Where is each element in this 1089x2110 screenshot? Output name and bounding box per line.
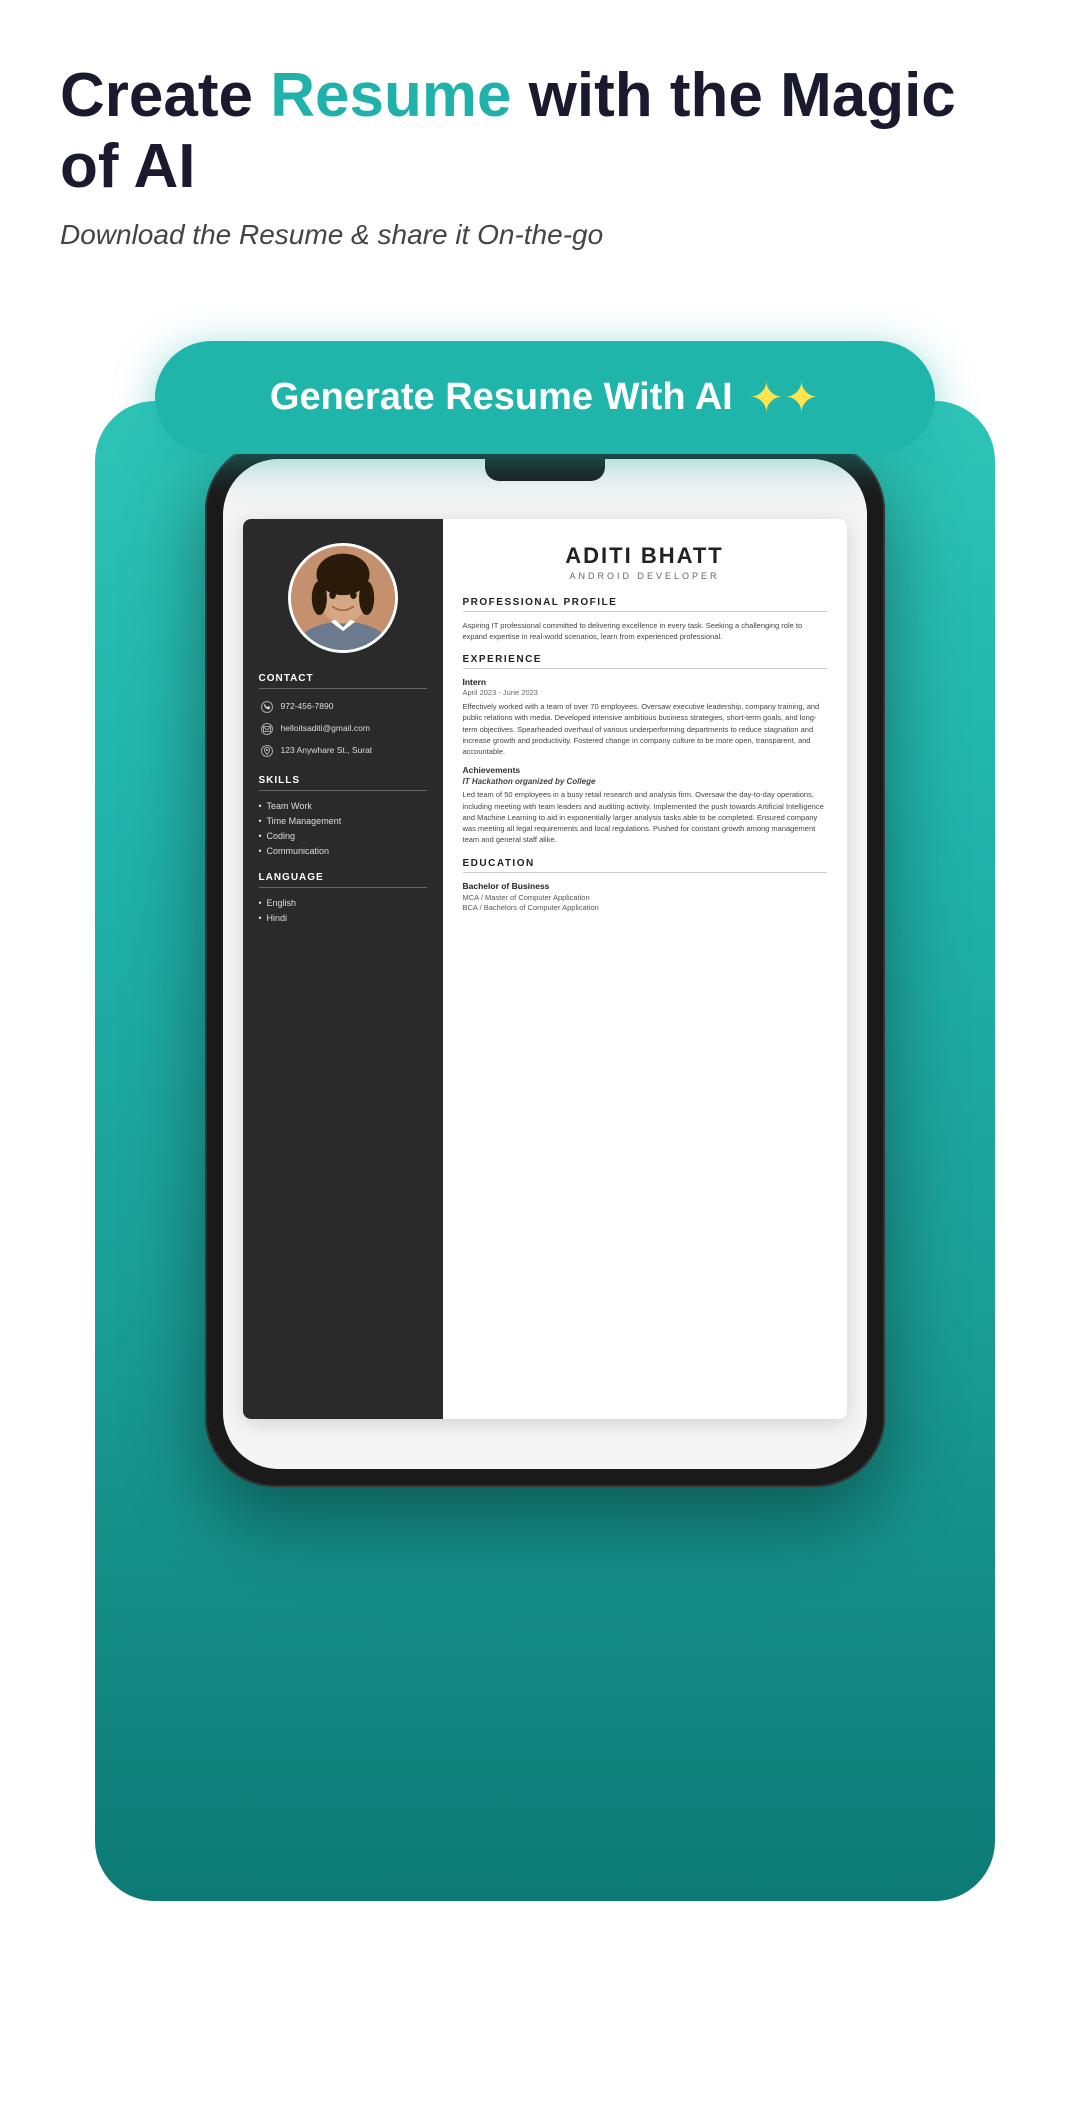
skill-item-2: Time Management (259, 816, 427, 826)
page-subtitle: Download the Resume & share it On-the-go (60, 219, 1029, 251)
exp-description: Effectively worked with a team of over 7… (463, 701, 827, 757)
email-address: helloitsaditi@gmail.com (281, 723, 370, 734)
language-section-title: LANGUAGE (259, 872, 427, 888)
header-section: Create Resume with the Magic of AI Downl… (0, 0, 1089, 281)
resume-card: CONTACT 972-456-7890 (243, 519, 847, 1419)
email-icon (259, 721, 275, 737)
phone-mockup: CONTACT 972-456-7890 (205, 441, 885, 1487)
page-title: Create Resume with the Magic of AI (60, 60, 1029, 203)
experience-heading: EXPERIENCE (463, 654, 827, 669)
contact-email: helloitsaditi@gmail.com (259, 721, 427, 737)
resume-name: ADITI BHATT (463, 543, 827, 569)
generate-button-wrapper: Generate Resume With AI ✦✦ (155, 341, 935, 454)
contact-address: 123 Anywhare St., Surat (259, 743, 427, 759)
avatar (288, 543, 398, 653)
phone-icon (259, 699, 275, 715)
phone-screen: CONTACT 972-456-7890 (223, 459, 867, 1469)
phone-notch (485, 459, 605, 481)
address-text: 123 Anywhare St., Surat (281, 745, 373, 756)
skill-item-4: Communication (259, 846, 427, 856)
resume-main-content: ADITI BHATT ANDROID DEVELOPER PROFESSION… (443, 519, 847, 1419)
skills-section-title: SKILLS (259, 775, 427, 791)
main-visual-section: Generate Resume With AI ✦✦ (0, 281, 1089, 2061)
contact-section-title: CONTACT (259, 673, 427, 689)
resume-job-title: ANDROID DEVELOPER (463, 571, 827, 581)
exp-role: Intern (463, 677, 827, 687)
profile-text: Aspiring IT professional committed to de… (463, 620, 827, 643)
exp-dates: April 2023 - June 2023 (463, 688, 827, 697)
contact-phone: 972-456-7890 (259, 699, 427, 715)
skill-item-1: Team Work (259, 801, 427, 811)
phone-bottom-space (223, 1439, 867, 1469)
lang-item-1: English (259, 898, 427, 908)
achievements-label: Achievements (463, 765, 827, 775)
achievement-text: Led team of 50 employees in a busy retai… (463, 789, 827, 845)
achievement-title: IT Hackathon organized by College (463, 777, 827, 786)
edu-degree: Bachelor of Business (463, 881, 827, 891)
lang-item-2: Hindi (259, 913, 427, 923)
generate-button-label: Generate Resume With AI (270, 376, 733, 419)
edu-program-1: MCA / Master of Computer Application (463, 893, 827, 902)
generate-resume-button[interactable]: Generate Resume With AI ✦✦ (155, 341, 935, 454)
location-icon (259, 743, 275, 759)
phone-status-bar (223, 459, 867, 495)
education-heading: EDUCATION (463, 858, 827, 873)
skill-item-3: Coding (259, 831, 427, 841)
edu-program-2: BCA / Bachelors of Computer Application (463, 903, 827, 912)
phone-outer-frame: CONTACT 972-456-7890 (205, 441, 885, 1487)
phone-number: 972-456-7890 (281, 701, 334, 712)
resume-sidebar: CONTACT 972-456-7890 (243, 519, 443, 1419)
profile-heading: PROFESSIONAL PROFILE (463, 597, 827, 612)
sparkle-icon: ✦✦ (749, 373, 819, 422)
